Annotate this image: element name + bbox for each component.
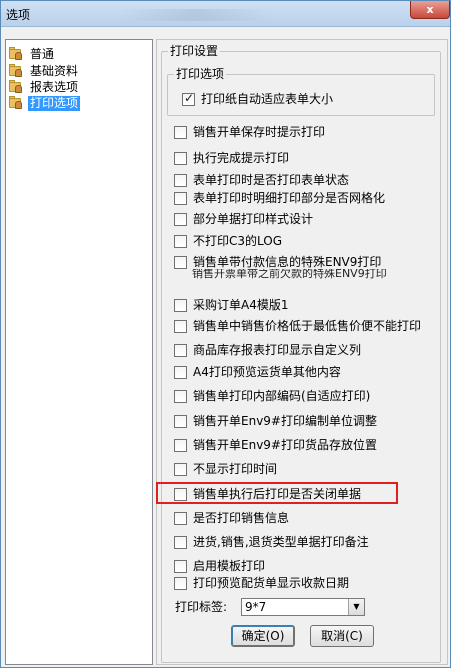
checkbox-label: 销售单中销售价格低于最低售价便不能打印 [193, 318, 422, 333]
option-checkbox-row[interactable]: 不显示打印时间 [174, 461, 277, 477]
checkbox-icon[interactable] [174, 319, 187, 333]
folder-user-icon [8, 47, 24, 61]
checkbox-icon[interactable] [174, 212, 187, 226]
checkbox-icon[interactable] [174, 343, 187, 357]
checkbox-icon[interactable] [174, 255, 187, 269]
folder-user-icon [8, 80, 24, 94]
option-checkbox-row[interactable]: A4打印预览运货单其他内容 [174, 364, 341, 380]
option-checkbox-row[interactable]: 打印预览配货单显示收款日期 [174, 575, 349, 591]
title-bar[interactable]: 选项 x [1, 1, 450, 27]
overlapping-option-text: 销售开票单带之前欠款的特殊ENV9打印 [192, 269, 387, 280]
checkbox-icon[interactable] [174, 151, 187, 165]
checkbox-label: 销售单打印内部编码(自适应打印) [193, 388, 371, 403]
checkbox-label: 是否打印销售信息 [193, 510, 290, 525]
group-title: 打印设置 [168, 44, 221, 58]
option-checkbox-row[interactable]: 进货,销售,退货类型单据打印备注 [174, 534, 369, 550]
option-checkbox-row[interactable]: 销售开单Env9#打印货品存放位置 [174, 437, 377, 453]
checkbox-label: 表单打印时明细打印部分是否网格化 [193, 190, 386, 205]
checkbox-label: 销售开单Env9#打印货品存放位置 [193, 437, 377, 452]
chevron-down-icon[interactable]: ▼ [348, 599, 364, 615]
checkbox-icon[interactable] [174, 298, 187, 312]
tree-item-label: 普通 [30, 46, 55, 61]
checkbox-icon[interactable] [174, 535, 187, 549]
red-highlight-box [156, 482, 398, 504]
print-tag-select[interactable]: 9*7 ▼ [241, 598, 365, 616]
checkbox-label: A4打印预览运货单其他内容 [193, 364, 341, 379]
checkbox-icon[interactable] [174, 559, 187, 573]
folder-user-icon [8, 96, 24, 110]
checkbox-icon[interactable] [174, 191, 187, 205]
option-checkbox-row[interactable]: 不打印C3的LOG [174, 233, 282, 249]
checkbox-label: 销售开单保存时提示打印 [193, 124, 326, 139]
checkbox-icon[interactable] [174, 414, 187, 428]
checkbox-icon[interactable] [174, 365, 187, 379]
option-checkbox-row[interactable]: 销售单打印内部编码(自适应打印) [174, 388, 370, 404]
tree-item-report-options[interactable]: 报表选项 [8, 79, 152, 95]
folder-user-icon [8, 64, 24, 78]
tree-item-general[interactable]: 普通 [8, 46, 152, 62]
close-button[interactable]: x [410, 1, 450, 19]
checkbox-label: 商品库存报表打印显示自定义列 [193, 342, 362, 357]
ok-button[interactable]: 确定(O) [231, 625, 295, 647]
subgroup-title: 打印选项 [174, 67, 227, 81]
tree-item-label: 基础资料 [30, 63, 79, 78]
option-checkbox-row[interactable]: 销售开单保存时提示打印 [174, 124, 325, 140]
checkbox-label: 销售单带付款信息的特殊ENV9打印 [193, 254, 382, 269]
checkbox-icon[interactable] [174, 389, 187, 403]
tree-item-print-options[interactable]: 打印选项 [8, 95, 152, 111]
title-bar-blur [121, 9, 271, 21]
checkbox-label: 表单打印时是否打印表单状态 [193, 172, 350, 187]
checkbox-icon[interactable] [174, 511, 187, 525]
checkbox-icon[interactable] [174, 462, 187, 476]
option-checkbox-row[interactable]: 表单打印时是否打印表单状态 [174, 172, 349, 188]
checkbox-label: 进货,销售,退货类型单据打印备注 [193, 534, 369, 549]
checkbox-label: 销售开单Env9#打印编制单位调整 [193, 413, 377, 428]
option-checkbox-row[interactable]: 执行完成提示打印 [174, 150, 289, 166]
checkbox-icon[interactable] [174, 576, 187, 590]
tree-item-basic-data[interactable]: 基础资料 [8, 63, 152, 79]
checkbox-label: 不打印C3的LOG [193, 233, 283, 248]
tree-item-label: 报表选项 [30, 79, 79, 94]
print-tag-value: 9*7 [245, 600, 267, 614]
checkbox-label: 采购订单A4模版1 [193, 297, 289, 312]
checkbox-icon[interactable] [174, 173, 187, 187]
checkbox-label: 启用模板打印 [193, 558, 266, 573]
options-tree: 普通 基础资料 报表选项 打印选项 [5, 39, 153, 665]
option-checkbox-row[interactable]: 是否打印销售信息 [174, 510, 289, 526]
print-tag-label: 打印标签: [175, 600, 228, 614]
cancel-button[interactable]: 取消(C) [310, 625, 374, 647]
checkbox-icon[interactable] [174, 234, 187, 248]
checkbox-label: 执行完成提示打印 [193, 150, 290, 165]
option-checkbox-row[interactable]: 商品库存报表打印显示自定义列 [174, 342, 361, 358]
option-checkbox-row[interactable]: 销售开单Env9#打印编制单位调整 [174, 413, 377, 429]
checkbox-icon[interactable] [182, 91, 195, 106]
options-dialog: 选项 x 普通 基础资料 报表选项 打印选项 打印设置 打印选项 打印纸自动适应… [0, 0, 451, 668]
option-checkbox-row[interactable]: 销售单中销售价格低于最低售价便不能打印 [174, 318, 421, 334]
tree-item-label: 打印选项 [28, 95, 81, 111]
auto-fit-checkbox[interactable]: 打印纸自动适应表单大小 [182, 91, 333, 107]
checkbox-icon[interactable] [174, 125, 187, 139]
option-checkbox-row[interactable]: 表单打印时明细打印部分是否网格化 [174, 190, 385, 206]
option-checkbox-row[interactable]: 销售单带付款信息的特殊ENV9打印 [174, 254, 381, 270]
checkbox-label: 部分单据打印样式设计 [193, 211, 314, 226]
checkbox-label: 打印纸自动适应表单大小 [201, 91, 334, 106]
checkbox-label: 打印预览配货单显示收款日期 [193, 575, 350, 590]
window-title: 选项 [6, 8, 31, 22]
checkbox-label: 不显示打印时间 [193, 461, 278, 476]
option-checkbox-row[interactable]: 启用模板打印 [174, 558, 265, 574]
option-checkbox-row[interactable]: 采购订单A4模版1 [174, 297, 288, 313]
checkbox-icon[interactable] [174, 438, 187, 452]
option-checkbox-row[interactable]: 部分单据打印样式设计 [174, 211, 313, 227]
